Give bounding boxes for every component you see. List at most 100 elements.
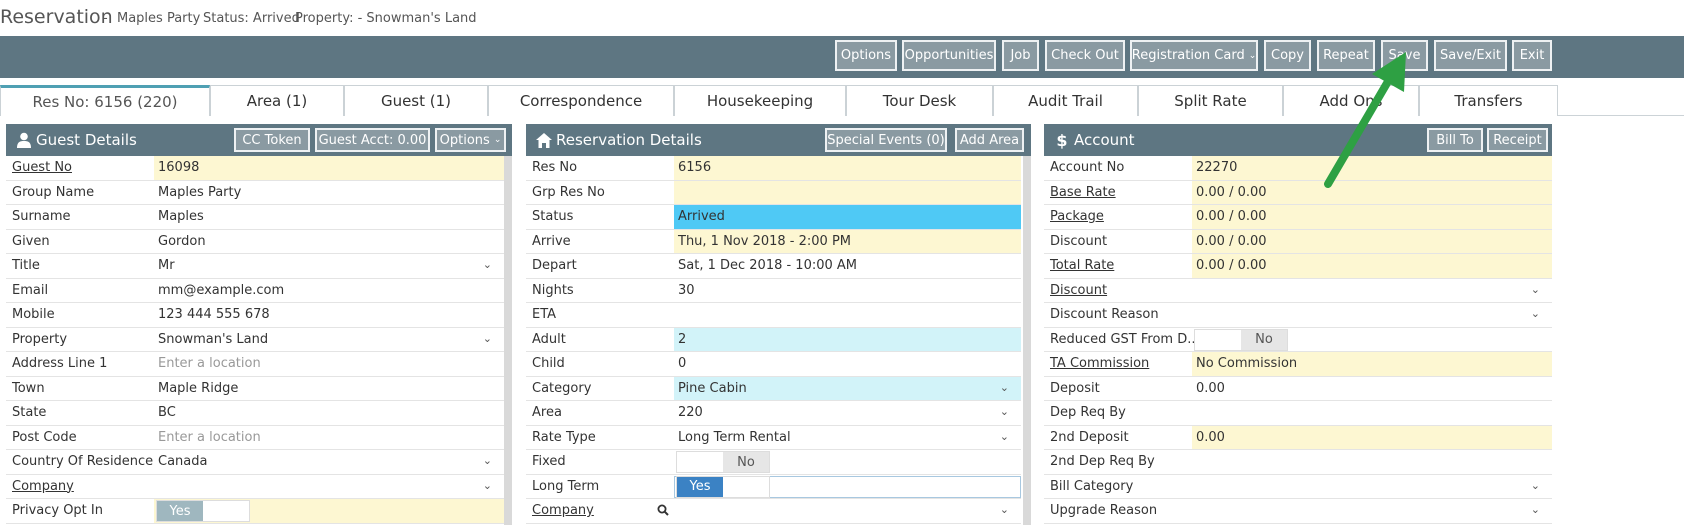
town-field[interactable]: Maple Ridge [154, 377, 504, 401]
base-rate-link[interactable]: Base Rate [1050, 185, 1116, 200]
search-icon[interactable] [657, 504, 669, 520]
guest-no-link[interactable]: Guest No [12, 160, 72, 175]
guest-account-button[interactable]: Guest Acct: 0.00 [315, 128, 430, 152]
discount-reason-select[interactable] [1192, 303, 1552, 327]
chevron-down-icon[interactable]: ⌄ [1531, 283, 1540, 296]
chevron-down-icon[interactable]: ⌄ [1000, 503, 1009, 516]
discount-amount-value: 0.00 / 0.00 [1192, 229, 1552, 253]
chevron-down-icon[interactable]: ⌄ [483, 258, 492, 271]
discount-link[interactable]: Discount [1050, 283, 1107, 298]
property-select[interactable]: Snowman's Land [154, 328, 504, 352]
depart-field[interactable]: Sat, 1 Dec 2018 - 10:00 AM [674, 254, 1021, 278]
country-select[interactable]: Canada [154, 450, 504, 474]
area-row: Area 220 ⌄ [526, 401, 1021, 426]
registration-card-button[interactable]: Registration Card ⌄ [1130, 40, 1258, 71]
bill-to-button[interactable]: Bill To [1427, 128, 1483, 152]
title-bar: Reservation - Maples Party Status: Arriv… [0, 0, 1684, 36]
tab-correspondence[interactable]: Correspondence [488, 85, 674, 116]
chevron-down-icon[interactable]: ⌄ [1000, 381, 1009, 394]
guest-no-row: Guest No 16098 [6, 156, 504, 181]
add-area-button[interactable]: Add Area [955, 128, 1024, 152]
receipt-button[interactable]: Receipt [1487, 128, 1548, 152]
exit-button[interactable]: Exit [1512, 40, 1552, 71]
adult-field[interactable]: 2 [674, 327, 1021, 351]
status-value[interactable]: Arrived [674, 205, 1021, 229]
tab-housekeeping[interactable]: Housekeeping [674, 85, 846, 116]
total-rate-link[interactable]: Total Rate [1050, 258, 1114, 273]
tab-transfers[interactable]: Transfers [1419, 85, 1558, 116]
reduced-gst-toggle[interactable]: No [1194, 328, 1288, 351]
user-icon [16, 131, 32, 149]
country-label: Country Of Residence [12, 454, 154, 469]
res-company-select[interactable] [674, 499, 1021, 523]
job-button[interactable]: Job [1002, 40, 1039, 71]
adult-row: Adult 2 [526, 327, 1021, 352]
title-select[interactable]: Mr [154, 254, 504, 278]
chevron-down-icon[interactable]: ⌄ [483, 454, 492, 467]
discount-select[interactable] [1192, 279, 1552, 303]
email-field[interactable]: mm@example.com [154, 279, 504, 303]
chevron-down-icon[interactable]: ⌄ [1531, 307, 1540, 320]
company-select[interactable] [154, 475, 504, 499]
address-line-1-field[interactable]: Enter a location [154, 352, 504, 376]
state-field[interactable]: BC [154, 401, 504, 425]
tab-res-no[interactable]: Res No: 6156 (220) [0, 85, 210, 116]
surname-field[interactable]: Maples [154, 205, 504, 229]
guest-scrollbar[interactable] [504, 156, 512, 525]
privacy-opt-in-row: Privacy Opt In Yes [6, 499, 504, 524]
ta-commission-link[interactable]: TA Commission [1050, 356, 1149, 371]
chevron-down-icon[interactable]: ⌄ [1531, 503, 1540, 516]
long-term-toggle[interactable]: Yes [676, 475, 770, 498]
check-out-button[interactable]: Check Out [1045, 40, 1125, 71]
tab-audit-trail[interactable]: Audit Trail [993, 85, 1138, 116]
options-button[interactable]: Options [835, 40, 897, 71]
chevron-down-icon[interactable]: ⌄ [483, 479, 492, 492]
opportunities-button[interactable]: Opportunities [902, 40, 996, 71]
tab-area[interactable]: Area (1) [210, 85, 344, 116]
post-code-row: Post Code Enter a location [6, 426, 504, 450]
cc-token-button[interactable]: CC Token [234, 128, 310, 152]
given-field[interactable]: Gordon [154, 230, 504, 254]
privacy-opt-in-toggle[interactable]: Yes [156, 500, 250, 522]
account-no-label: Account No [1050, 160, 1125, 175]
company-link[interactable]: Company [12, 479, 74, 494]
category-select[interactable]: Pine Cabin [674, 376, 1021, 400]
title-label: Title [12, 258, 40, 273]
guest-options-button[interactable]: Options ⌄ [435, 128, 506, 152]
group-name-field[interactable]: Maples Party [154, 181, 504, 205]
reservation-scrollbar[interactable] [1023, 156, 1031, 525]
save-exit-button[interactable]: Save/Exit [1434, 40, 1507, 71]
chevron-down-icon[interactable]: ⌄ [1000, 405, 1009, 418]
fixed-toggle[interactable]: No [676, 451, 770, 473]
chevron-down-icon[interactable]: ⌄ [483, 332, 492, 345]
copy-button[interactable]: Copy [1264, 40, 1311, 71]
package-link[interactable]: Package [1050, 209, 1104, 224]
upgrade-reason-select[interactable] [1192, 499, 1552, 523]
res-company-link[interactable]: Company [532, 503, 594, 518]
chevron-down-icon[interactable]: ⌄ [1000, 430, 1009, 443]
arrive-value[interactable]: Thu, 1 Nov 2018 - 2:00 PM [674, 229, 1021, 253]
second-dep-req-by-field[interactable] [1192, 450, 1552, 474]
bill-category-select[interactable] [1192, 475, 1552, 499]
special-events-button[interactable]: Special Events (0) [825, 128, 947, 152]
eta-field[interactable] [674, 303, 1021, 327]
res-no-value: 6156 [674, 156, 1021, 180]
area-select[interactable]: 220 [674, 401, 1021, 425]
second-deposit-value[interactable]: 0.00 [1192, 425, 1552, 449]
discount-amount-row: Discount 0.00 / 0.00 [1044, 229, 1552, 254]
child-row: Child 0 [526, 352, 1021, 377]
tab-tour-desk[interactable]: Tour Desk [846, 85, 993, 116]
child-field[interactable]: 0 [674, 352, 1021, 376]
chevron-down-icon[interactable]: ⌄ [1531, 479, 1540, 492]
tab-split-rate[interactable]: Split Rate [1138, 85, 1283, 116]
tab-guest[interactable]: Guest (1) [344, 85, 488, 116]
post-code-field[interactable]: Enter a location [154, 426, 504, 450]
mobile-field[interactable]: 123 444 555 678 [154, 303, 504, 327]
dep-req-by-field[interactable] [1192, 401, 1552, 425]
deposit-field[interactable]: 0.00 [1192, 377, 1552, 401]
package-value: 0.00 / 0.00 [1192, 205, 1552, 229]
page-title: Reservation [0, 6, 113, 28]
registration-card-label: Registration Card [1131, 48, 1245, 63]
nights-field[interactable]: 30 [674, 279, 1021, 303]
rate-type-select[interactable]: Long Term Rental [674, 426, 1021, 450]
